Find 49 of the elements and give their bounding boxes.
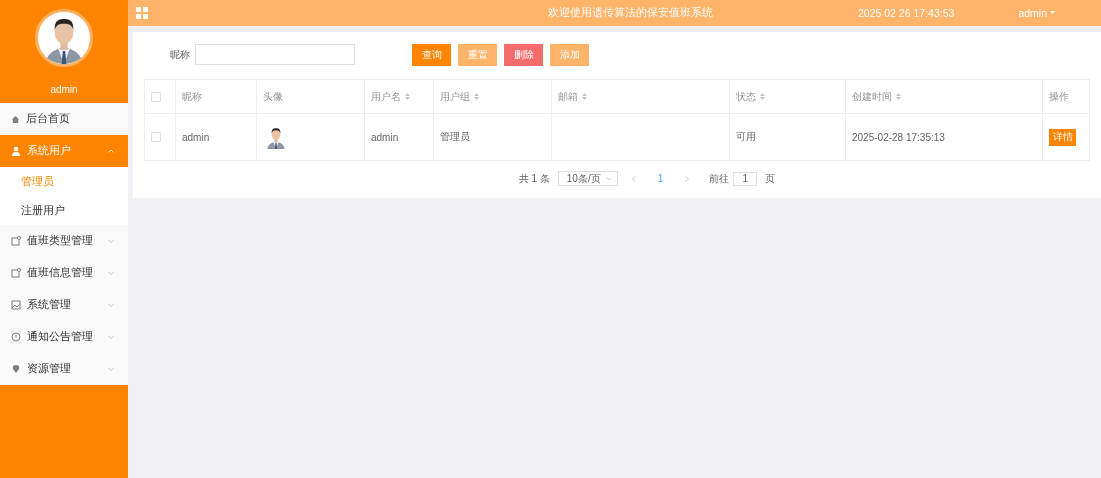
column-header: 操作 <box>1049 89 1069 104</box>
home-icon <box>11 114 20 124</box>
grid-icon[interactable] <box>136 7 148 19</box>
table-cell: 管理员 <box>440 130 470 144</box>
image-icon <box>11 300 21 310</box>
system-title: 欢迎使用遗传算法的保安值班系统 <box>548 6 714 20</box>
column-header: 创建时间 <box>852 89 892 104</box>
user-icon <box>11 146 21 156</box>
field-label: 昵称 <box>170 47 191 62</box>
total-count: 共 1 条 <box>518 171 550 186</box>
table-cell: 2025-02-28 17:35:13 <box>852 131 945 143</box>
submenu-item[interactable]: 注册用户 <box>0 196 128 225</box>
table-cell: admin <box>371 131 399 143</box>
sort-icon[interactable] <box>760 93 765 100</box>
menu-item[interactable]: 系统管理 <box>0 289 128 321</box>
location-icon <box>11 364 21 374</box>
chevron-down-icon <box>605 176 612 181</box>
checkbox[interactable] <box>151 91 161 102</box>
column-header: 用户名 <box>371 89 401 104</box>
sort-icon[interactable] <box>405 93 410 100</box>
page-field[interactable]: 1 <box>733 171 758 186</box>
column-header: 昵称 <box>182 89 202 104</box>
menu-item[interactable]: 通知公告管理 <box>0 321 128 353</box>
sort-icon[interactable] <box>896 93 901 100</box>
sort-icon[interactable] <box>582 93 587 100</box>
prev-page-icon[interactable] <box>631 175 636 182</box>
checkbox[interactable] <box>151 132 161 142</box>
document-icon <box>11 236 21 246</box>
column-header: 头像 <box>263 89 283 104</box>
caret-icon <box>1050 11 1055 15</box>
datetime: 2025 02 26 17:43:53 <box>858 7 955 19</box>
page-size-select[interactable]: 10条/页 <box>557 171 618 186</box>
info-icon <box>11 332 21 342</box>
next-page-icon[interactable] <box>685 175 690 182</box>
document-icon <box>11 268 21 278</box>
table-cell: admin <box>182 131 210 143</box>
nickname-field[interactable] <box>195 44 355 65</box>
column-header: 邮箱 <box>558 89 578 104</box>
goto-label: 前往 <box>709 171 730 186</box>
sort-icon[interactable] <box>474 93 479 100</box>
column-header: 用户组 <box>440 89 470 104</box>
column-header: 状态 <box>736 89 756 104</box>
page-suffix: 页 <box>765 171 776 186</box>
username: admin <box>50 84 78 95</box>
menu-item[interactable]: 值班类型管理 <box>0 225 128 257</box>
menu-item[interactable]: 资源管理 <box>0 353 128 385</box>
menu-item[interactable]: 值班信息管理 <box>0 257 128 289</box>
menu-item[interactable]: 后台首页 <box>0 103 128 135</box>
table-cell: 可用 <box>736 130 756 144</box>
